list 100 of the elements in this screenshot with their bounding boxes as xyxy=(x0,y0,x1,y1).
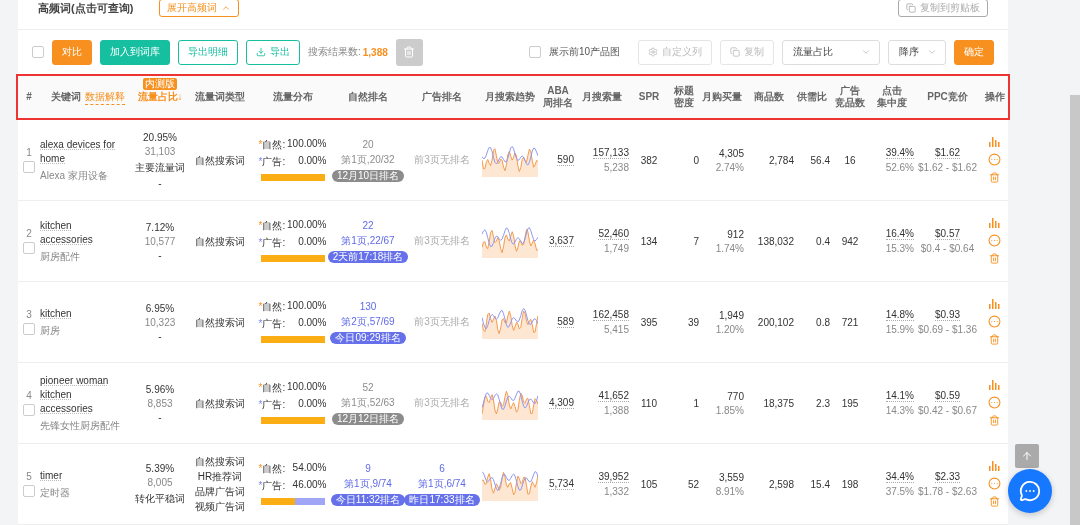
column-header[interactable]: 月搜索趋势 xyxy=(485,91,535,104)
column-header[interactable]: 点击 集中度 xyxy=(877,85,907,110)
keyword-type: 视频广告词 xyxy=(195,500,245,514)
keyword-link[interactable]: pioneer woman kitchen accessories xyxy=(40,373,126,416)
traffic-share: 20.95% xyxy=(143,131,177,143)
ad-share-label: *广告: xyxy=(258,235,286,250)
ppc-bid: $0.93 xyxy=(935,309,960,321)
trend-sparkline xyxy=(482,143,538,177)
column-header[interactable]: 商品数 xyxy=(754,91,784,104)
no-rank-text: 前3页无排名 xyxy=(414,396,470,410)
row-checkbox[interactable] xyxy=(23,404,35,416)
keyword-link[interactable]: alexa devices for home xyxy=(40,137,126,166)
back-to-top-button[interactable] xyxy=(1015,444,1039,468)
select-all-checkbox[interactable] xyxy=(32,46,44,59)
keyword-link[interactable]: kitchen xyxy=(40,306,72,321)
keyword-link[interactable]: kitchen accessories xyxy=(40,218,126,247)
chat-button[interactable] xyxy=(1008,469,1052,513)
title-density: 1 xyxy=(693,397,699,409)
column-header[interactable]: 自然排名 xyxy=(348,91,388,104)
more-icon[interactable] xyxy=(988,234,1001,247)
result-count-label: 搜索结果数: xyxy=(308,45,361,60)
ad-competitor-count: 195 xyxy=(841,397,859,409)
ppc-range: $0.69 - $1.36 xyxy=(918,324,977,335)
bar-chart-icon[interactable] xyxy=(989,137,1000,147)
traffic-count: 31,103 xyxy=(144,145,176,157)
column-header[interactable]: 供需比 xyxy=(797,91,827,104)
delete-icon[interactable] xyxy=(989,253,1000,264)
monthly-searches: 39,952 xyxy=(598,471,629,483)
ppc-bid: $0.59 xyxy=(935,390,960,402)
delete-icon[interactable] xyxy=(989,334,1000,345)
copy-icon xyxy=(730,47,740,58)
bar-chart-icon[interactable] xyxy=(989,299,1000,309)
delete-icon[interactable] xyxy=(989,496,1000,507)
aba-rank: 4,309 xyxy=(548,397,574,409)
column-header[interactable]: 广告 竞品数 xyxy=(835,85,865,110)
bar-chart-icon[interactable] xyxy=(989,218,1000,228)
row-checkbox[interactable] xyxy=(23,242,35,254)
aba-rank: 5,734 xyxy=(548,478,574,490)
ad-share-label: *广告: xyxy=(258,478,286,493)
column-header[interactable]: 月搜索量 xyxy=(581,91,622,104)
delete-icon[interactable] xyxy=(989,415,1000,426)
delete-icon[interactable] xyxy=(989,172,1000,183)
purchase-rate: 1.85% xyxy=(715,404,744,416)
column-header[interactable]: ABA 周排名 xyxy=(543,85,573,110)
keyword-type: 品牌广告词 xyxy=(195,485,245,499)
row-checkbox[interactable] xyxy=(23,323,35,335)
rank-page: 第2页,57/69 xyxy=(341,314,395,329)
spr-value: 110 xyxy=(641,397,657,409)
more-icon[interactable] xyxy=(988,477,1001,490)
title-density: 7 xyxy=(693,235,699,247)
column-header[interactable]: PPC竞价 xyxy=(927,91,968,104)
column-header[interactable]: SPR xyxy=(638,91,660,104)
keyword-link[interactable]: timer xyxy=(40,468,63,483)
traffic-share: 5.96% xyxy=(145,383,175,395)
no-rank-text: 前3页无排名 xyxy=(414,153,470,167)
more-icon[interactable] xyxy=(988,396,1001,409)
trend-sparkline xyxy=(482,224,538,258)
row-checkbox[interactable] xyxy=(23,161,35,173)
chat-icon xyxy=(1019,480,1041,502)
scrollbar-thumb[interactable] xyxy=(1070,95,1080,525)
natural-share-label: *自然: xyxy=(258,137,286,152)
ad-share-value: 0.00% xyxy=(298,397,327,411)
keyword-translation: Alexa 家用设备 xyxy=(40,168,108,183)
rank-number: 22 xyxy=(362,219,374,231)
sort-order-select[interactable]: 降序 xyxy=(888,39,946,65)
column-header[interactable]: 广告排名 xyxy=(422,91,462,104)
bar-chart-icon[interactable] xyxy=(989,461,1000,471)
rank-number: 9 xyxy=(365,462,371,474)
bar-chart-icon[interactable] xyxy=(989,380,1000,390)
column-header[interactable]: 操作 xyxy=(984,91,1005,104)
show-images-label: 展示前10产品图 xyxy=(548,45,620,60)
ppc-range: $0.4 - $0.64 xyxy=(920,243,975,254)
column-header[interactable]: 流量分布 xyxy=(272,91,313,104)
traffic-extra: - xyxy=(158,330,162,342)
rank-time-badge: 昨日17:33排名 xyxy=(404,493,480,506)
ad-competitor-count: 721 xyxy=(841,316,859,328)
column-header[interactable]: # xyxy=(26,91,32,104)
click-concentration-sub: 52.6% xyxy=(885,162,914,173)
spr-value: 382 xyxy=(640,154,658,166)
product-count: 2,598 xyxy=(768,478,794,490)
more-icon[interactable] xyxy=(988,153,1001,166)
ad-competitor-count: 16 xyxy=(844,154,856,166)
row-number: 5 xyxy=(26,471,32,482)
row-checkbox[interactable] xyxy=(23,485,35,497)
product-count: 18,375 xyxy=(763,397,794,409)
delete-button[interactable] xyxy=(395,38,423,66)
sort-field-select[interactable]: 流量占比 xyxy=(782,39,880,65)
keyword-translation: 厨房 xyxy=(40,323,60,338)
purchase-rate: 1.74% xyxy=(715,242,744,254)
monthly-purchases: 912 xyxy=(727,228,744,240)
keyword-type: 自然搜索词 xyxy=(195,234,245,249)
rank-page: 第1页,6/74 xyxy=(418,476,466,491)
show-images-checkbox[interactable] xyxy=(528,46,541,59)
column-header[interactable]: 关键词 xyxy=(50,91,81,104)
column-header[interactable]: 流量词类型 xyxy=(195,91,245,104)
column-header[interactable]: 标题 密度 xyxy=(674,85,694,110)
monthly-purchases: 4,305 xyxy=(718,147,744,159)
column-header[interactable]: 月购买量 xyxy=(701,91,742,104)
result-count: 1,388 xyxy=(362,46,388,58)
more-icon[interactable] xyxy=(988,315,1001,328)
